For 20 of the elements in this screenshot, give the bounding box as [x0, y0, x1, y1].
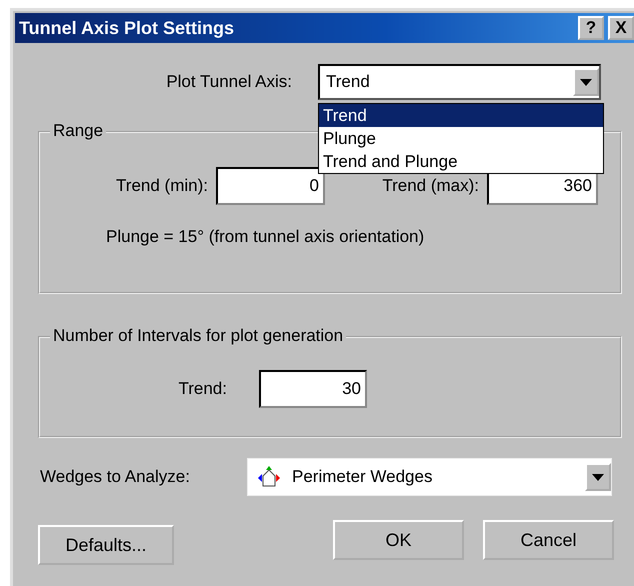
close-button[interactable]: X	[608, 16, 634, 40]
help-button[interactable]: ?	[578, 16, 604, 40]
field-label: Trend (min):	[115, 176, 208, 196]
field-label: Wedges to Analyze:	[40, 467, 191, 487]
field-label: Plot Tunnel Axis:	[165, 72, 292, 92]
group-title: Number of Intervals for plot generation	[50, 326, 346, 346]
group-title: Range	[50, 121, 106, 141]
field-label: Trend:	[177, 379, 227, 399]
window-title: Tunnel Axis Plot Settings	[19, 18, 236, 38]
dropdown-option[interactable]: Plunge	[319, 127, 603, 150]
plunge-note: Plunge = 15° (from tunnel axis orientation)	[106, 227, 424, 246]
plot-axis-dropdown[interactable]: Trend	[318, 64, 601, 100]
cancel-button[interactable]: Cancel	[483, 520, 614, 560]
trend-min-field[interactable]: 0	[216, 167, 325, 205]
field-label: Trend (max):	[381, 176, 479, 196]
dropdown-option[interactable]: Trend	[319, 104, 603, 127]
intervals-field[interactable]: 30	[259, 370, 367, 408]
ok-button[interactable]: OK	[333, 520, 464, 560]
defaults-button[interactable]: Defaults...	[38, 525, 174, 565]
wedges-dropdown[interactable]: Perimeter Wedges	[247, 458, 612, 496]
